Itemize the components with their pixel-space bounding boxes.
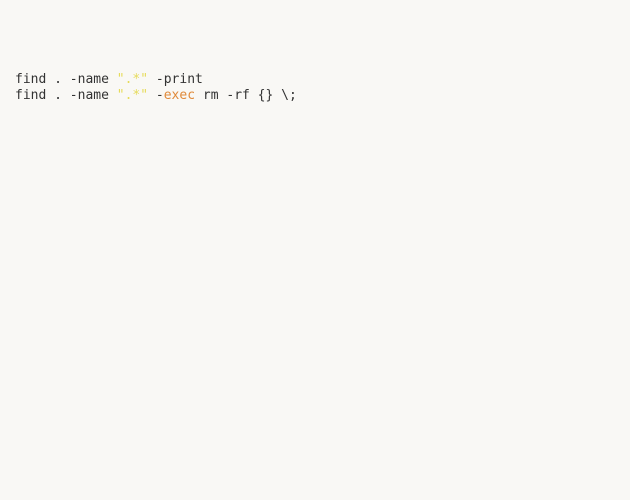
code-token: rf (234, 88, 257, 103)
code-token: rm (195, 88, 226, 103)
code-token: ".*" (117, 72, 148, 87)
code-token: - (156, 88, 164, 103)
code-token: - (70, 72, 78, 87)
code-token: name (78, 88, 117, 103)
code-token (148, 72, 156, 87)
code-token (273, 88, 281, 103)
code-token: exec (164, 88, 195, 103)
code-token: find . (15, 88, 70, 103)
code-token: - (156, 72, 164, 87)
code-line: find . -name ".*" -exec rm -rf {} \; (15, 88, 630, 104)
code-block: find . -name ".*" -printfind . -name ".*… (15, 72, 630, 105)
code-token: ".*" (117, 88, 148, 103)
code-token: print (164, 72, 203, 87)
code-token: name (78, 72, 117, 87)
code-token: find . (15, 72, 70, 87)
code-token: {} (258, 88, 274, 103)
code-token (148, 88, 156, 103)
code-token: - (70, 88, 78, 103)
code-token: - (226, 88, 234, 103)
code-token: \; (281, 88, 297, 103)
code-line: find . -name ".*" -print (15, 72, 630, 88)
